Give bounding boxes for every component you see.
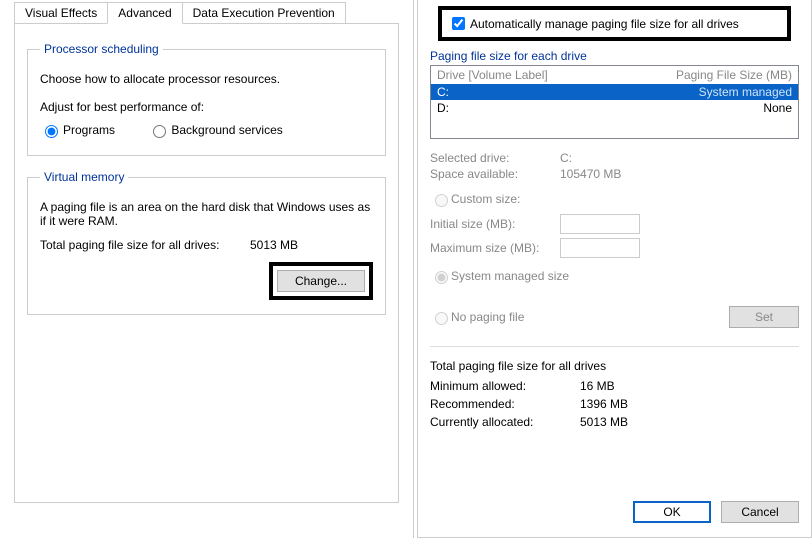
divider: [430, 346, 799, 347]
virtual-memory-legend: Virtual memory: [40, 170, 128, 184]
tab-dep[interactable]: Data Execution Prevention: [182, 2, 346, 24]
radio-background-input[interactable]: [153, 125, 166, 138]
total-paging-label: Total paging file size for all drives:: [40, 238, 250, 252]
space-available-value: 105470 MB: [560, 167, 621, 181]
radio-programs-label: Programs: [63, 123, 115, 137]
change-highlight-box: Change...: [269, 262, 373, 300]
min-allowed-value: 16 MB: [580, 379, 615, 393]
initial-size-input: [560, 214, 640, 234]
radio-background[interactable]: Background services: [148, 122, 282, 138]
scheduling-radio-group: Programs Background services: [40, 122, 373, 141]
currently-allocated-key: Currently allocated:: [430, 415, 580, 429]
currently-allocated-value: 5013 MB: [580, 415, 628, 429]
auto-manage-text: Automatically manage paging file size fo…: [470, 17, 739, 31]
radio-background-label: Background services: [171, 123, 282, 137]
cancel-button[interactable]: Cancel: [721, 501, 799, 523]
drive-list[interactable]: Drive [Volume Label] Paging File Size (M…: [430, 65, 799, 139]
radio-programs[interactable]: Programs: [40, 122, 115, 138]
min-allowed-key: Minimum allowed:: [430, 379, 580, 393]
radio-custom-size-input: [435, 194, 448, 207]
radio-system-managed-label: System managed size: [451, 269, 569, 283]
change-button[interactable]: Change...: [277, 270, 365, 292]
drive-list-header-left: Drive [Volume Label]: [437, 68, 548, 82]
drive-list-header: Drive [Volume Label] Paging File Size (M…: [431, 66, 798, 84]
tab-strip: Visual Effects Advanced Data Execution P…: [0, 0, 413, 24]
dialog-button-row: OK Cancel: [430, 489, 799, 537]
space-available-row: Space available: 105470 MB: [430, 167, 799, 181]
maximum-size-input: [560, 238, 640, 258]
tab-advanced[interactable]: Advanced: [107, 2, 182, 24]
tab-visual-effects[interactable]: Visual Effects: [14, 2, 108, 24]
totals-block: Total paging file size for all drives Mi…: [430, 355, 799, 433]
drive-list-header-right: Paging File Size (MB): [676, 68, 792, 82]
ok-button[interactable]: OK: [633, 501, 711, 523]
tab-advanced-body: Processor scheduling Choose how to alloc…: [14, 23, 399, 503]
selected-drive-value: C:: [560, 151, 572, 165]
selected-drive-key: Selected drive:: [430, 151, 560, 165]
processor-scheduling-legend: Processor scheduling: [40, 42, 163, 56]
initial-size-label: Initial size (MB):: [430, 217, 560, 231]
custom-size-block: Custom size: Initial size (MB): Maximum …: [430, 191, 799, 262]
paging-each-drive-title: Paging file size for each drive: [430, 49, 799, 63]
adjust-label: Adjust for best performance of:: [40, 100, 373, 114]
selected-drive-row: Selected drive: C:: [430, 151, 799, 165]
drive-row-d[interactable]: D: None: [431, 100, 798, 116]
drive-row-d-value: None: [763, 101, 792, 115]
virtual-memory-desc: A paging file is an area on the hard dis…: [40, 200, 373, 228]
virtual-memory-group: Virtual memory A paging file is an area …: [27, 170, 386, 315]
total-paging-line: Total paging file size for all drives: 5…: [40, 238, 373, 252]
drive-row-d-label: D:: [437, 101, 497, 115]
space-available-key: Space available:: [430, 167, 560, 181]
recommended-key: Recommended:: [430, 397, 580, 411]
processor-scheduling-group: Processor scheduling Choose how to alloc…: [27, 42, 386, 156]
drive-row-c-label: C:: [437, 85, 497, 99]
radio-programs-input[interactable]: [45, 125, 58, 138]
auto-manage-checkbox[interactable]: [452, 17, 465, 30]
radio-system-managed-input: [435, 271, 448, 284]
radio-no-paging-label: No paging file: [451, 310, 524, 324]
performance-options-panel: Visual Effects Advanced Data Execution P…: [0, 0, 414, 538]
drive-row-c-value: System managed: [699, 85, 792, 99]
set-button: Set: [729, 306, 799, 328]
drive-row-c[interactable]: C: System managed: [431, 84, 798, 100]
radio-custom-size: Custom size:: [430, 191, 520, 207]
processor-scheduling-desc: Choose how to allocate processor resourc…: [40, 72, 373, 86]
radio-no-paging: No paging file: [430, 306, 524, 328]
auto-manage-checkbox-label[interactable]: Automatically manage paging file size fo…: [448, 14, 739, 33]
recommended-value: 1396 MB: [580, 397, 628, 411]
auto-manage-highlight-box: Automatically manage paging file size fo…: [438, 6, 791, 41]
radio-system-managed: System managed size: [430, 268, 799, 284]
maximum-size-label: Maximum size (MB):: [430, 241, 560, 255]
virtual-memory-dialog: Automatically manage paging file size fo…: [417, 0, 812, 538]
totals-heading: Total paging file size for all drives: [430, 359, 799, 373]
total-paging-value: 5013 MB: [250, 238, 298, 252]
radio-no-paging-input: [435, 312, 448, 325]
radio-custom-size-label: Custom size:: [451, 192, 520, 206]
